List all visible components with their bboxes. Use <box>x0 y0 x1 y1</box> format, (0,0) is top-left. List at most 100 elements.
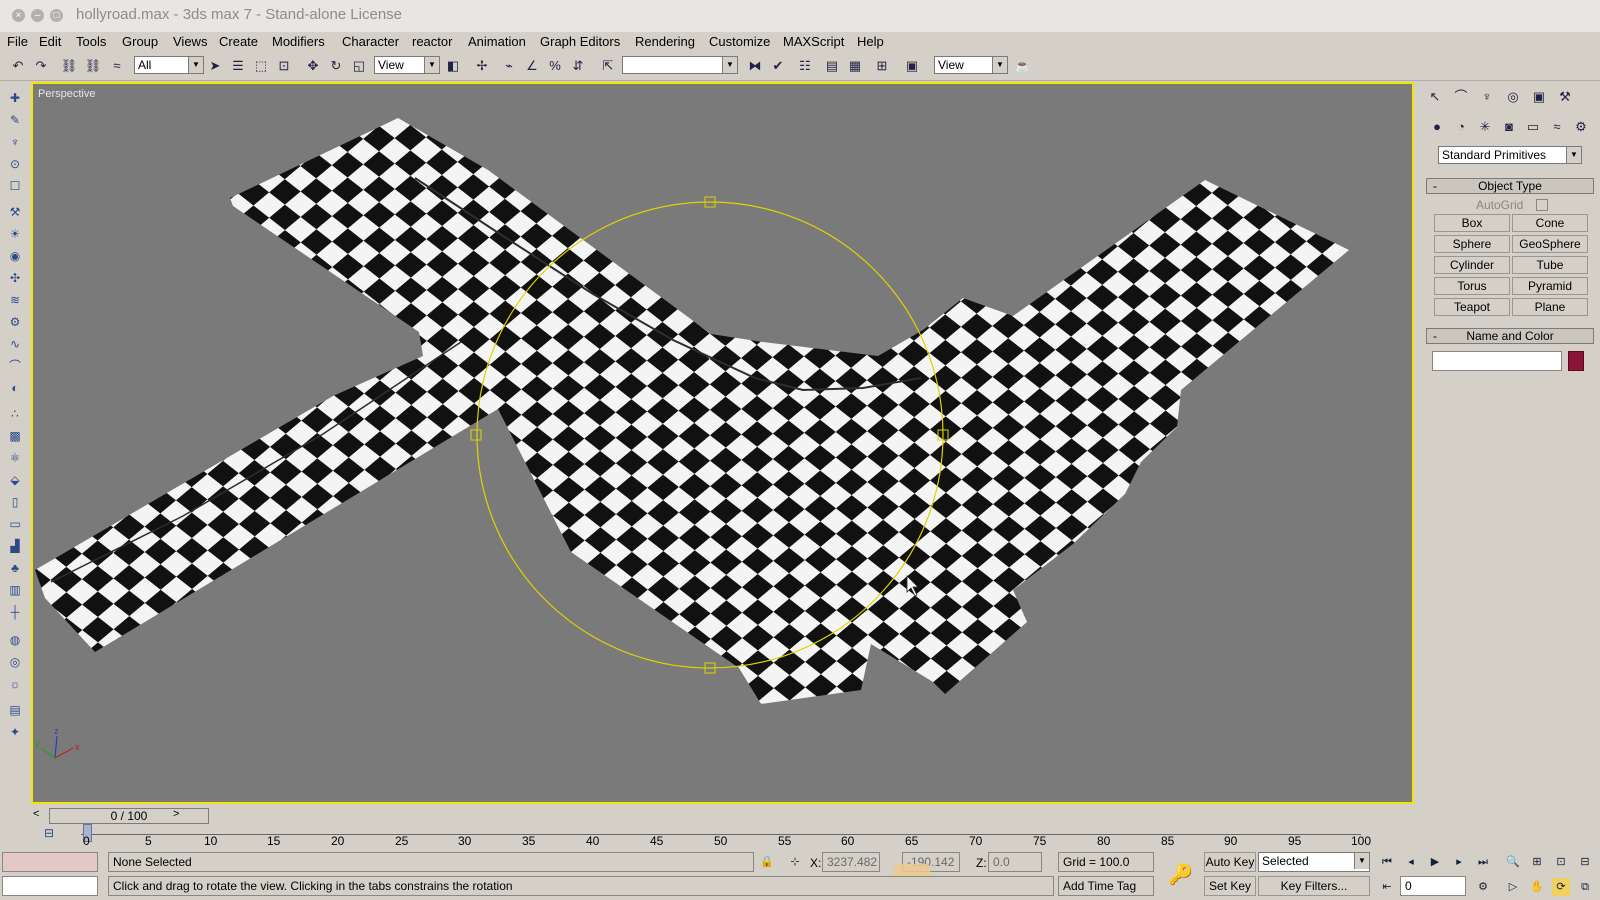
material-editor-icon[interactable]: ⊞ <box>873 57 891 75</box>
key-filters-button[interactable]: Key Filters... <box>1258 876 1370 896</box>
menu-group[interactable]: Group <box>122 34 158 49</box>
effects-tool-icon[interactable]: ✦ <box>7 724 23 740</box>
select-and-link-icon[interactable]: ⛓ <box>60 57 78 75</box>
render-tool-icon[interactable]: ☼ <box>7 676 23 692</box>
extended-tool-icon[interactable]: ⬙ <box>7 472 23 488</box>
motion-tool-icon[interactable]: ⊙ <box>7 156 23 172</box>
name-and-color-rollout[interactable]: - Name and Color <box>1426 328 1594 344</box>
object-color-swatch[interactable] <box>1568 351 1584 371</box>
space-warps-category-icon[interactable]: ≈ <box>1548 118 1566 136</box>
plane-button[interactable]: Plane <box>1512 298 1588 316</box>
menu-animation[interactable]: Animation <box>468 34 526 49</box>
previous-frame-icon[interactable]: ◂ <box>1402 853 1420 871</box>
add-time-tag-button[interactable]: Add Time Tag <box>1058 876 1154 896</box>
select-and-move-icon[interactable]: ✥ <box>304 57 322 75</box>
bind-to-space-warp-icon[interactable]: ≈ <box>108 57 126 75</box>
systems-tool-icon[interactable]: ⚙ <box>7 314 23 330</box>
create-tool-icon[interactable]: ✚ <box>7 90 23 106</box>
lights-category-icon[interactable]: ✳ <box>1476 118 1494 136</box>
maxscript-input[interactable] <box>2 876 98 896</box>
menu-edit[interactable]: Edit <box>39 34 61 49</box>
map-tool-icon[interactable]: ◎ <box>7 654 23 670</box>
cone-button[interactable]: Cone <box>1512 214 1588 232</box>
sphere-button[interactable]: Sphere <box>1434 235 1510 253</box>
time-slider[interactable]: 0 / 100 <box>49 808 209 824</box>
geometry-category-icon[interactable]: ● <box>1428 118 1446 136</box>
hierarchy-tab-icon[interactable]: ♆ <box>1478 88 1496 106</box>
menu-customize[interactable]: Customize <box>709 34 770 49</box>
named-selection-dropdown[interactable]: ▼ <box>622 56 738 74</box>
key-mode-dropdown[interactable]: Selected ▼ <box>1258 852 1370 872</box>
systems-category-icon[interactable]: ⚙ <box>1572 118 1590 136</box>
window-crossing-icon[interactable]: ⊡ <box>275 57 293 75</box>
patch-tool-icon[interactable]: ▩ <box>7 428 23 444</box>
current-frame-field[interactable]: 0 <box>1400 876 1466 896</box>
menu-rendering[interactable]: Rendering <box>635 34 695 49</box>
particle-tool-icon[interactable]: ∴ <box>7 406 23 422</box>
geosphere-button[interactable]: GeoSphere <box>1512 235 1588 253</box>
zoom-extents-icon[interactable]: ⊡ <box>1552 853 1570 871</box>
angle-snap-icon[interactable]: ∠ <box>523 57 541 75</box>
set-key-button[interactable]: Set Key <box>1204 876 1256 896</box>
unlink-selection-icon[interactable]: ⛓ <box>84 57 102 75</box>
object-type-rollout[interactable]: - Object Type <box>1426 178 1594 194</box>
helper-tool-icon[interactable]: ✣ <box>7 270 23 286</box>
spinner-snap-icon[interactable]: ⇵ <box>569 57 587 75</box>
cylinder-button[interactable]: Cylinder <box>1434 256 1510 274</box>
camera-tool-icon[interactable]: ◉ <box>7 248 23 264</box>
snap-toggle-icon[interactable]: ⌁ <box>500 57 518 75</box>
go-to-start-icon[interactable]: ⏮ <box>1378 853 1396 871</box>
zoom-extents-all-icon[interactable]: ⊟ <box>1576 853 1594 871</box>
spline-tool-icon[interactable]: ∿ <box>7 336 23 352</box>
time-next-icon[interactable]: > <box>173 808 179 820</box>
primitive-category-dropdown[interactable]: Standard Primitives ▼ <box>1438 146 1582 164</box>
time-configuration-icon[interactable]: ⚙ <box>1474 878 1492 896</box>
pivot-center-icon[interactable]: ◧ <box>444 57 462 75</box>
material-tool-icon[interactable]: ◍ <box>7 632 23 648</box>
object-name-field[interactable] <box>1432 351 1562 371</box>
redo-icon[interactable]: ↷ <box>32 57 50 75</box>
mirror-icon[interactable]: ⧓ <box>746 57 764 75</box>
menu-views[interactable]: Views <box>173 34 207 49</box>
z-coordinate-field[interactable]: 0.0 <box>988 852 1042 872</box>
modify-tool-icon[interactable]: ✎ <box>7 112 23 128</box>
auto-key-button[interactable]: Auto Key <box>1204 852 1256 872</box>
render-scene-icon[interactable]: ▣ <box>903 57 921 75</box>
zoom-icon[interactable]: 🔍 <box>1504 853 1522 871</box>
reference-coordinate-dropdown[interactable]: View ▼ <box>374 56 440 74</box>
menu-tools[interactable]: Tools <box>76 34 106 49</box>
maximize-viewport-icon[interactable]: ⧉ <box>1576 878 1594 896</box>
environment-tool-icon[interactable]: ▤ <box>7 702 23 718</box>
spline-vertex-left[interactable] <box>470 429 482 441</box>
select-object-icon[interactable]: ➤ <box>206 57 224 75</box>
utilities-tab-icon[interactable]: ⚒ <box>1556 88 1574 106</box>
field-of-view-icon[interactable]: ▷ <box>1504 878 1522 896</box>
display-tool-icon[interactable]: ☐ <box>7 178 23 194</box>
wall-tool-icon[interactable]: ▥ <box>7 582 23 598</box>
select-and-manipulate-icon[interactable]: ✢ <box>473 57 491 75</box>
select-by-name-icon[interactable]: ☰ <box>229 57 247 75</box>
key-mode-toggle-icon[interactable]: ⇤ <box>1378 878 1396 896</box>
edit-named-selection-icon[interactable]: ⇱ <box>599 57 617 75</box>
menu-character[interactable]: Character <box>342 34 399 49</box>
quick-render-icon[interactable]: ☕ <box>1014 57 1032 75</box>
dynamics-tool-icon[interactable]: ⚛ <box>7 450 23 466</box>
railing-tool-icon[interactable]: ┼ <box>7 604 23 620</box>
transform-mode-icon[interactable]: ⊹ <box>786 853 804 871</box>
checkered-road-mesh[interactable] <box>35 118 1349 704</box>
menu-maxscript[interactable]: MAXScript <box>783 34 844 49</box>
curve-editor-icon[interactable]: ▤ <box>823 57 841 75</box>
mini-curve-editor-icon[interactable]: ⊟ <box>44 826 54 840</box>
window-tool-icon[interactable]: ▭ <box>7 516 23 532</box>
foliage-tool-icon[interactable]: ♣ <box>7 560 23 576</box>
compound-tool-icon[interactable]: ◐ <box>7 380 23 396</box>
next-frame-icon[interactable]: ▸ <box>1450 853 1468 871</box>
stairs-tool-icon[interactable]: ▟ <box>7 538 23 554</box>
menu-reactor[interactable]: reactor <box>412 34 452 49</box>
hierarchy-tool-icon[interactable]: ♆ <box>7 134 23 150</box>
go-to-end-icon[interactable]: ⏭ <box>1474 853 1492 871</box>
teapot-button[interactable]: Teapot <box>1434 298 1510 316</box>
maxscript-listener-mini[interactable] <box>2 852 98 872</box>
layer-manager-icon[interactable]: ☷ <box>796 57 814 75</box>
rectangular-selection-icon[interactable]: ⬚ <box>252 57 270 75</box>
